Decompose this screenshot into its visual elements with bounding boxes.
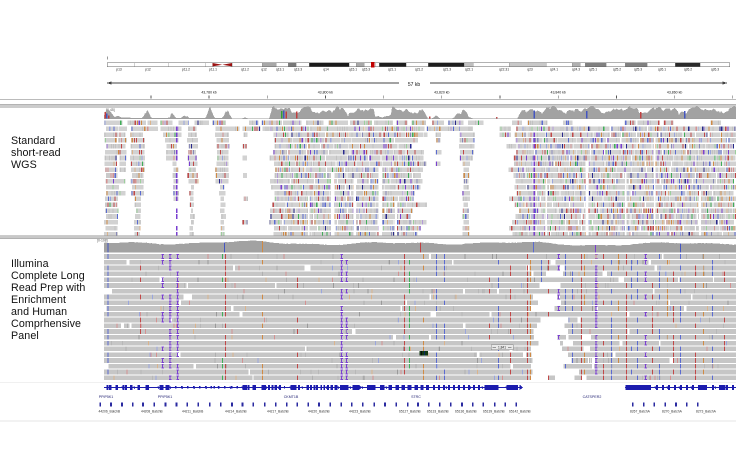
svg-text:43,860 kb: 43,860 kb [667,91,682,95]
svg-text:q22.31: q22.31 [499,68,509,72]
svg-text:q12: q12 [261,68,267,72]
svg-text:43,800 kb: 43,800 kb [318,91,333,95]
svg-text:q24.1: q24.1 [550,68,558,72]
svg-text:q25.3: q25.3 [634,68,642,72]
svg-text:CKMT1B: CKMT1B [284,395,299,399]
svg-text:q21.3: q21.3 [443,68,451,72]
svg-text:p11.2: p11.2 [182,68,190,72]
svg-text:p12: p12 [145,68,151,72]
svg-text:q25.1: q25.1 [589,68,597,72]
svg-text:44214_BatchB: 44214_BatchB [225,409,247,413]
svg-text:57 kb: 57 kb [408,82,420,88]
svg-text:q22.1: q22.1 [465,68,473,72]
svg-text:q25.2: q25.2 [613,68,621,72]
svg-text:q15.3: q15.3 [362,68,370,72]
svg-text:1,841: 1,841 [498,346,506,350]
svg-text:8273_BatchA: 8273_BatchA [696,409,717,413]
svg-text:65136_BatchB: 65136_BatchB [455,409,477,413]
svg-text:q21.1: q21.1 [388,68,396,72]
svg-text:65142_BatchB: 65142_BatchB [509,409,531,413]
svg-text:q23: q23 [527,68,533,72]
svg-text:q21.2: q21.2 [415,68,423,72]
svg-text:43,780 kb: 43,780 kb [201,91,216,95]
svg-text:8267_BatchA: 8267_BatchA [630,409,651,413]
svg-text:65133_BatchB: 65133_BatchB [427,409,449,413]
svg-text:PPIP5K1: PPIP5K1 [158,395,173,399]
svg-text:STRC: STRC [411,395,421,399]
svg-text:q26.1: q26.1 [658,68,666,72]
svg-text:q11.2: q11.2 [241,68,249,72]
svg-text:PPIP5K1: PPIP5K1 [99,395,114,399]
svg-text:65127_BatchB: 65127_BatchB [399,409,421,413]
svg-text:CATSPER2: CATSPER2 [583,395,602,399]
svg-text:q13.3: q13.3 [294,68,302,72]
svg-text:q26.2: q26.2 [684,68,692,72]
svg-text:p11.1: p11.1 [209,68,217,72]
svg-text:q26.3: q26.3 [711,68,719,72]
svg-text:[0-108]: [0-108] [97,239,108,243]
svg-text:43,820 kb: 43,820 kb [434,91,449,95]
svg-text:44217_BatchB: 44217_BatchB [267,409,289,413]
svg-text:q14: q14 [323,68,329,72]
svg-text:44211_BatchB: 44211_BatchB [182,409,204,413]
svg-text:44206_BatchB: 44206_BatchB [99,409,121,413]
svg-text:q15.1: q15.1 [349,68,357,72]
svg-text:p13: p13 [116,68,122,72]
svg-text:q13.1: q13.1 [276,68,284,72]
svg-text:65139_BatchB: 65139_BatchB [483,409,505,413]
svg-text:q24.3: q24.3 [572,68,580,72]
svg-text:43,840 kb: 43,840 kb [551,91,566,95]
svg-text:44223_BatchB: 44223_BatchB [349,409,371,413]
svg-text:44208_BatchB: 44208_BatchB [141,409,163,413]
svg-text:8270_BatchA: 8270_BatchA [662,409,683,413]
svg-text:44220_BatchB: 44220_BatchB [308,409,330,413]
